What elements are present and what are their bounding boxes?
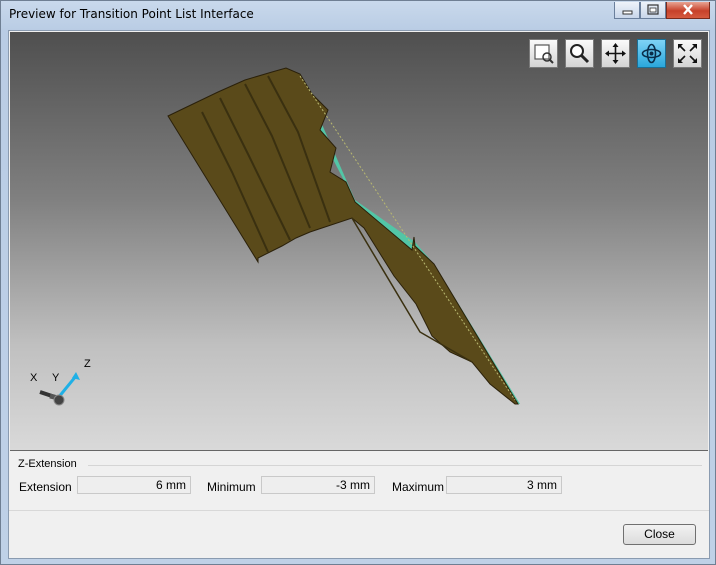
title-bar[interactable]: Preview for Transition Point List Interf… — [1, 1, 715, 31]
close-window-button[interactable] — [666, 2, 710, 19]
maximum-label: Maximum — [392, 480, 445, 494]
dialog-body: X Y Z Z-Extension Extension 6 mm Minimum… — [8, 30, 710, 559]
axis-y-label: Y — [52, 372, 60, 384]
3d-preview-viewport[interactable]: X Y Z — [10, 32, 708, 451]
zoom-window-icon — [534, 44, 554, 64]
fit-all-button[interactable] — [673, 39, 702, 68]
axis-triad: X Y Z — [26, 356, 96, 412]
rotate-icon — [641, 43, 662, 64]
maximum-field[interactable]: 3 mm — [446, 476, 562, 494]
maximize-button[interactable] — [640, 2, 666, 19]
axis-x-label: X — [30, 372, 38, 384]
pan-icon — [605, 43, 626, 64]
pan-button[interactable] — [601, 39, 630, 68]
zoom-button[interactable] — [565, 39, 594, 68]
maximize-icon — [647, 4, 659, 15]
footer-divider — [9, 510, 709, 511]
zoom-icon — [570, 44, 590, 64]
axis-z-label: Z — [84, 358, 91, 370]
z-extension-group-title: Z-Extension — [18, 458, 80, 470]
close-icon — [683, 4, 693, 15]
preview-window: Preview for Transition Point List Interf… — [0, 0, 716, 565]
group-divider — [88, 465, 702, 466]
zoom-window-button[interactable] — [529, 39, 558, 68]
window-controls — [614, 2, 710, 20]
fit-all-icon — [678, 44, 697, 63]
minimize-button[interactable] — [614, 2, 640, 19]
z-extension-group: Z-Extension Extension 6 mm Minimum -3 mm… — [18, 458, 702, 510]
minimize-icon — [622, 10, 633, 15]
extension-label: Extension — [19, 480, 72, 494]
rotate-button[interactable] — [637, 39, 666, 68]
minimum-label: Minimum — [207, 480, 256, 494]
minimum-field[interactable]: -3 mm — [261, 476, 375, 494]
close-button[interactable]: Close — [623, 524, 696, 545]
extension-field[interactable]: 6 mm — [77, 476, 191, 494]
window-title: Preview for Transition Point List Interf… — [9, 7, 254, 21]
transition-surface-model — [167, 67, 520, 405]
